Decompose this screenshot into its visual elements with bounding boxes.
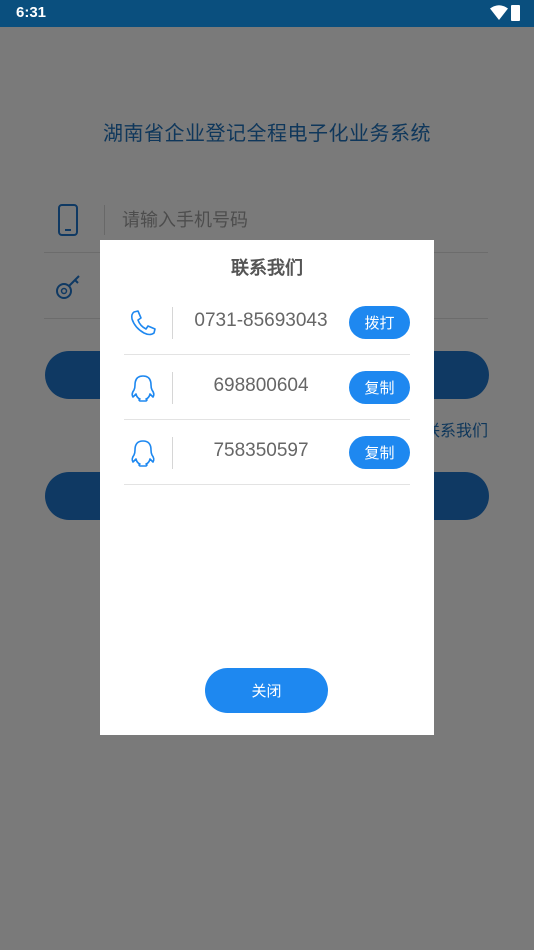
status-time: 6:31 [16, 4, 47, 21]
qq-number: 758350597 [213, 440, 309, 461]
close-button[interactable]: 关闭 [205, 668, 328, 713]
phone-number: 0731-85693043 [194, 310, 328, 331]
qq-icon [131, 375, 155, 402]
contact-row-qq-2: 758350597 复制 [124, 420, 410, 485]
battery-icon [511, 5, 520, 21]
qq-icon [131, 440, 155, 467]
copy-button[interactable]: 复制 [349, 436, 410, 469]
call-button[interactable]: 拨打 [349, 306, 410, 339]
contact-row-phone: 0731-85693043 拨打 [124, 290, 410, 355]
row-divider [172, 372, 173, 404]
row-divider [172, 307, 173, 339]
contact-row-qq-1: 698800604 复制 [124, 355, 410, 420]
status-bar: 6:31 [0, 0, 534, 27]
copy-button[interactable]: 复制 [349, 371, 410, 404]
contact-dialog: 联系我们 0731-85693043 拨打 698800604 复制 75835… [100, 240, 434, 735]
phone-icon [130, 310, 156, 336]
wifi-icon [490, 5, 508, 20]
row-divider [172, 437, 173, 469]
dialog-title: 联系我们 [231, 258, 303, 279]
qq-number: 698800604 [213, 375, 309, 396]
